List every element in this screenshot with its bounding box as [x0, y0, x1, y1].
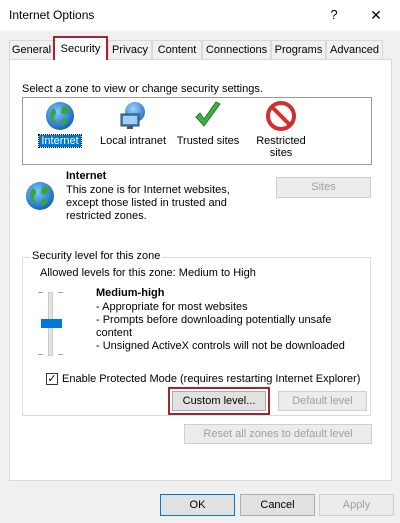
- zone-restricted-sites[interactable]: Restricted sites: [248, 100, 314, 159]
- zone-prompt: Select a zone to view or change security…: [22, 83, 263, 95]
- slider-tick: [38, 354, 43, 355]
- window-title: Internet Options: [9, 8, 95, 22]
- globe-icon: [46, 102, 74, 130]
- protected-mode-checkbox[interactable]: ✓: [46, 373, 58, 385]
- slider-tick: [58, 292, 63, 293]
- slider-tick: [38, 292, 43, 293]
- allowed-levels-label: Allowed levels for this zone: Medium to …: [40, 267, 256, 279]
- zone-internet[interactable]: Internet: [30, 100, 90, 148]
- zone-restricted-sites-label: Restricted: [256, 135, 306, 147]
- tab-connections[interactable]: Connections: [202, 40, 271, 59]
- tab-content[interactable]: Content: [152, 40, 202, 59]
- zone-info-title: Internet: [66, 170, 107, 182]
- zone-local-intranet[interactable]: Local intranet: [96, 100, 170, 147]
- ok-button[interactable]: OK: [160, 494, 235, 516]
- no-entry-icon: [266, 101, 296, 131]
- security-level-bullet: - Unsigned ActiveX controls will not be …: [96, 340, 345, 352]
- apply-button[interactable]: Apply: [319, 494, 394, 516]
- security-level-slider-thumb[interactable]: [41, 319, 62, 328]
- tab-privacy[interactable]: Privacy: [108, 40, 152, 59]
- reset-all-zones-button[interactable]: Reset all zones to default level: [184, 424, 372, 444]
- security-level-group-label: Security level for this zone: [30, 250, 163, 262]
- network-computer-icon: [120, 102, 145, 129]
- help-button[interactable]: ?: [320, 4, 348, 26]
- security-level-bullet: - Appropriate for most websites: [96, 301, 248, 313]
- tab-programs[interactable]: Programs: [271, 40, 326, 59]
- zone-info-globe-icon: [24, 180, 56, 215]
- tab-security[interactable]: Security: [53, 36, 108, 60]
- security-level-name: Medium-high: [96, 287, 165, 299]
- zone-internet-label: Internet: [38, 134, 82, 148]
- green-checkmark-icon: [195, 101, 221, 127]
- zone-trusted-sites[interactable]: Trusted sites: [172, 100, 244, 147]
- security-level-bullet: content: [96, 327, 133, 339]
- slider-tick: [58, 354, 63, 355]
- tab-advanced[interactable]: Advanced: [326, 40, 383, 59]
- protected-mode-label: Enable Protected Mode (requires restarti…: [62, 373, 361, 385]
- default-level-button[interactable]: Default level: [278, 391, 367, 411]
- custom-level-button[interactable]: Custom level...: [172, 391, 266, 411]
- globe-icon: [26, 182, 54, 210]
- security-level-bullet: - Prompts before downloading potentially…: [96, 314, 332, 326]
- zone-trusted-sites-label: Trusted sites: [176, 135, 240, 147]
- zone-local-intranet-label: Local intranet: [99, 135, 167, 147]
- close-button[interactable]: ✕: [362, 4, 390, 26]
- tab-general[interactable]: General: [9, 40, 54, 59]
- zone-restricted-sites-label-line2: sites: [269, 147, 293, 159]
- zone-info-description: This zone is for Internet websites, exce…: [66, 184, 230, 222]
- cancel-button[interactable]: Cancel: [240, 494, 315, 516]
- security-level-description: - Appropriate for most websites - Prompt…: [96, 301, 346, 353]
- sites-button[interactable]: Sites: [276, 177, 371, 198]
